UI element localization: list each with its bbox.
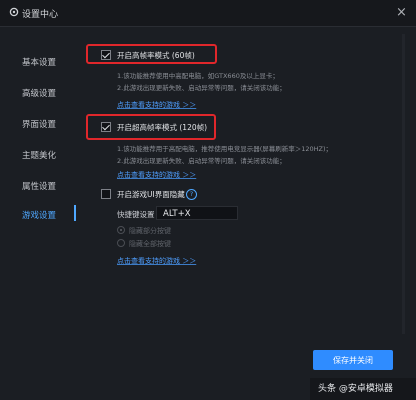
window-title: 设置中心 <box>22 10 59 20</box>
shortcut-label: 快捷键设置 <box>117 210 155 219</box>
title-divider <box>0 26 416 27</box>
link-supported-games-2[interactable]: 点击查看支持的游戏 ＞＞ <box>117 170 196 180</box>
sidebar-item-interface[interactable]: 界面设置 <box>22 118 56 130</box>
checkbox-120fps[interactable] <box>101 122 111 132</box>
close-icon[interactable]: × <box>396 5 407 20</box>
sidebar-item-property[interactable]: 属性设置 <box>22 180 56 192</box>
option-120fps-note-1: 1.该功能推荐用于高配电脑，推荐使用电竞显示器(屏幕刷新率＞120HZ)； <box>117 145 333 153</box>
title-bar: 设置中心 × <box>0 0 416 26</box>
option-120fps-note-2: 2.此游戏出现更新失败、启动异常等问题，请关闭该功能； <box>117 157 286 165</box>
sidebar-item-game[interactable]: 游戏设置 <box>22 209 56 221</box>
radio-hide-all[interactable] <box>117 239 125 247</box>
option-60fps-label: 开启高帧率模式 (60帧) <box>117 51 195 60</box>
sidebar-item-theme[interactable]: 主题美化 <box>22 149 56 161</box>
scrollbar[interactable] <box>402 34 405 334</box>
shortcut-input[interactable]: ALT+X <box>156 206 238 220</box>
radio-hide-partial-label: 隐藏部分按键 <box>129 227 171 235</box>
checkbox-hide-ui[interactable] <box>101 189 111 199</box>
radio-hide-partial[interactable] <box>117 226 125 234</box>
option-60fps-note-2: 2.此游戏出现更新失败、启动异常等问题，请关闭该功能； <box>117 84 286 92</box>
option-60fps-note-1: 1.该功能推荐使用中高配电脑，如GTX660及以上显卡； <box>117 72 279 80</box>
active-indicator <box>74 205 76 221</box>
option-hide-ui-label: 开启游戏UI界面隐藏 <box>117 190 185 199</box>
gear-icon <box>9 7 19 17</box>
sidebar-item-basic[interactable]: 基本设置 <box>22 56 56 68</box>
link-supported-games-1[interactable]: 点击查看支持的游戏 ＞＞ <box>117 100 196 110</box>
radio-hide-all-label: 隐藏全部按键 <box>129 240 171 248</box>
watermark: 头条 @安卓模拟器 <box>318 384 393 394</box>
checkbox-60fps[interactable] <box>101 50 111 60</box>
sidebar-item-advanced[interactable]: 高级设置 <box>22 87 56 99</box>
save-and-close-button[interactable]: 保存并关闭 <box>313 350 393 370</box>
option-120fps-label: 开启超高帧率模式 (120帧) <box>117 123 208 132</box>
help-icon[interactable]: ? <box>186 189 197 200</box>
shortcut-value: ALT+X <box>163 209 191 219</box>
link-supported-games-3[interactable]: 点击查看支持的游戏 ＞＞ <box>117 256 196 266</box>
